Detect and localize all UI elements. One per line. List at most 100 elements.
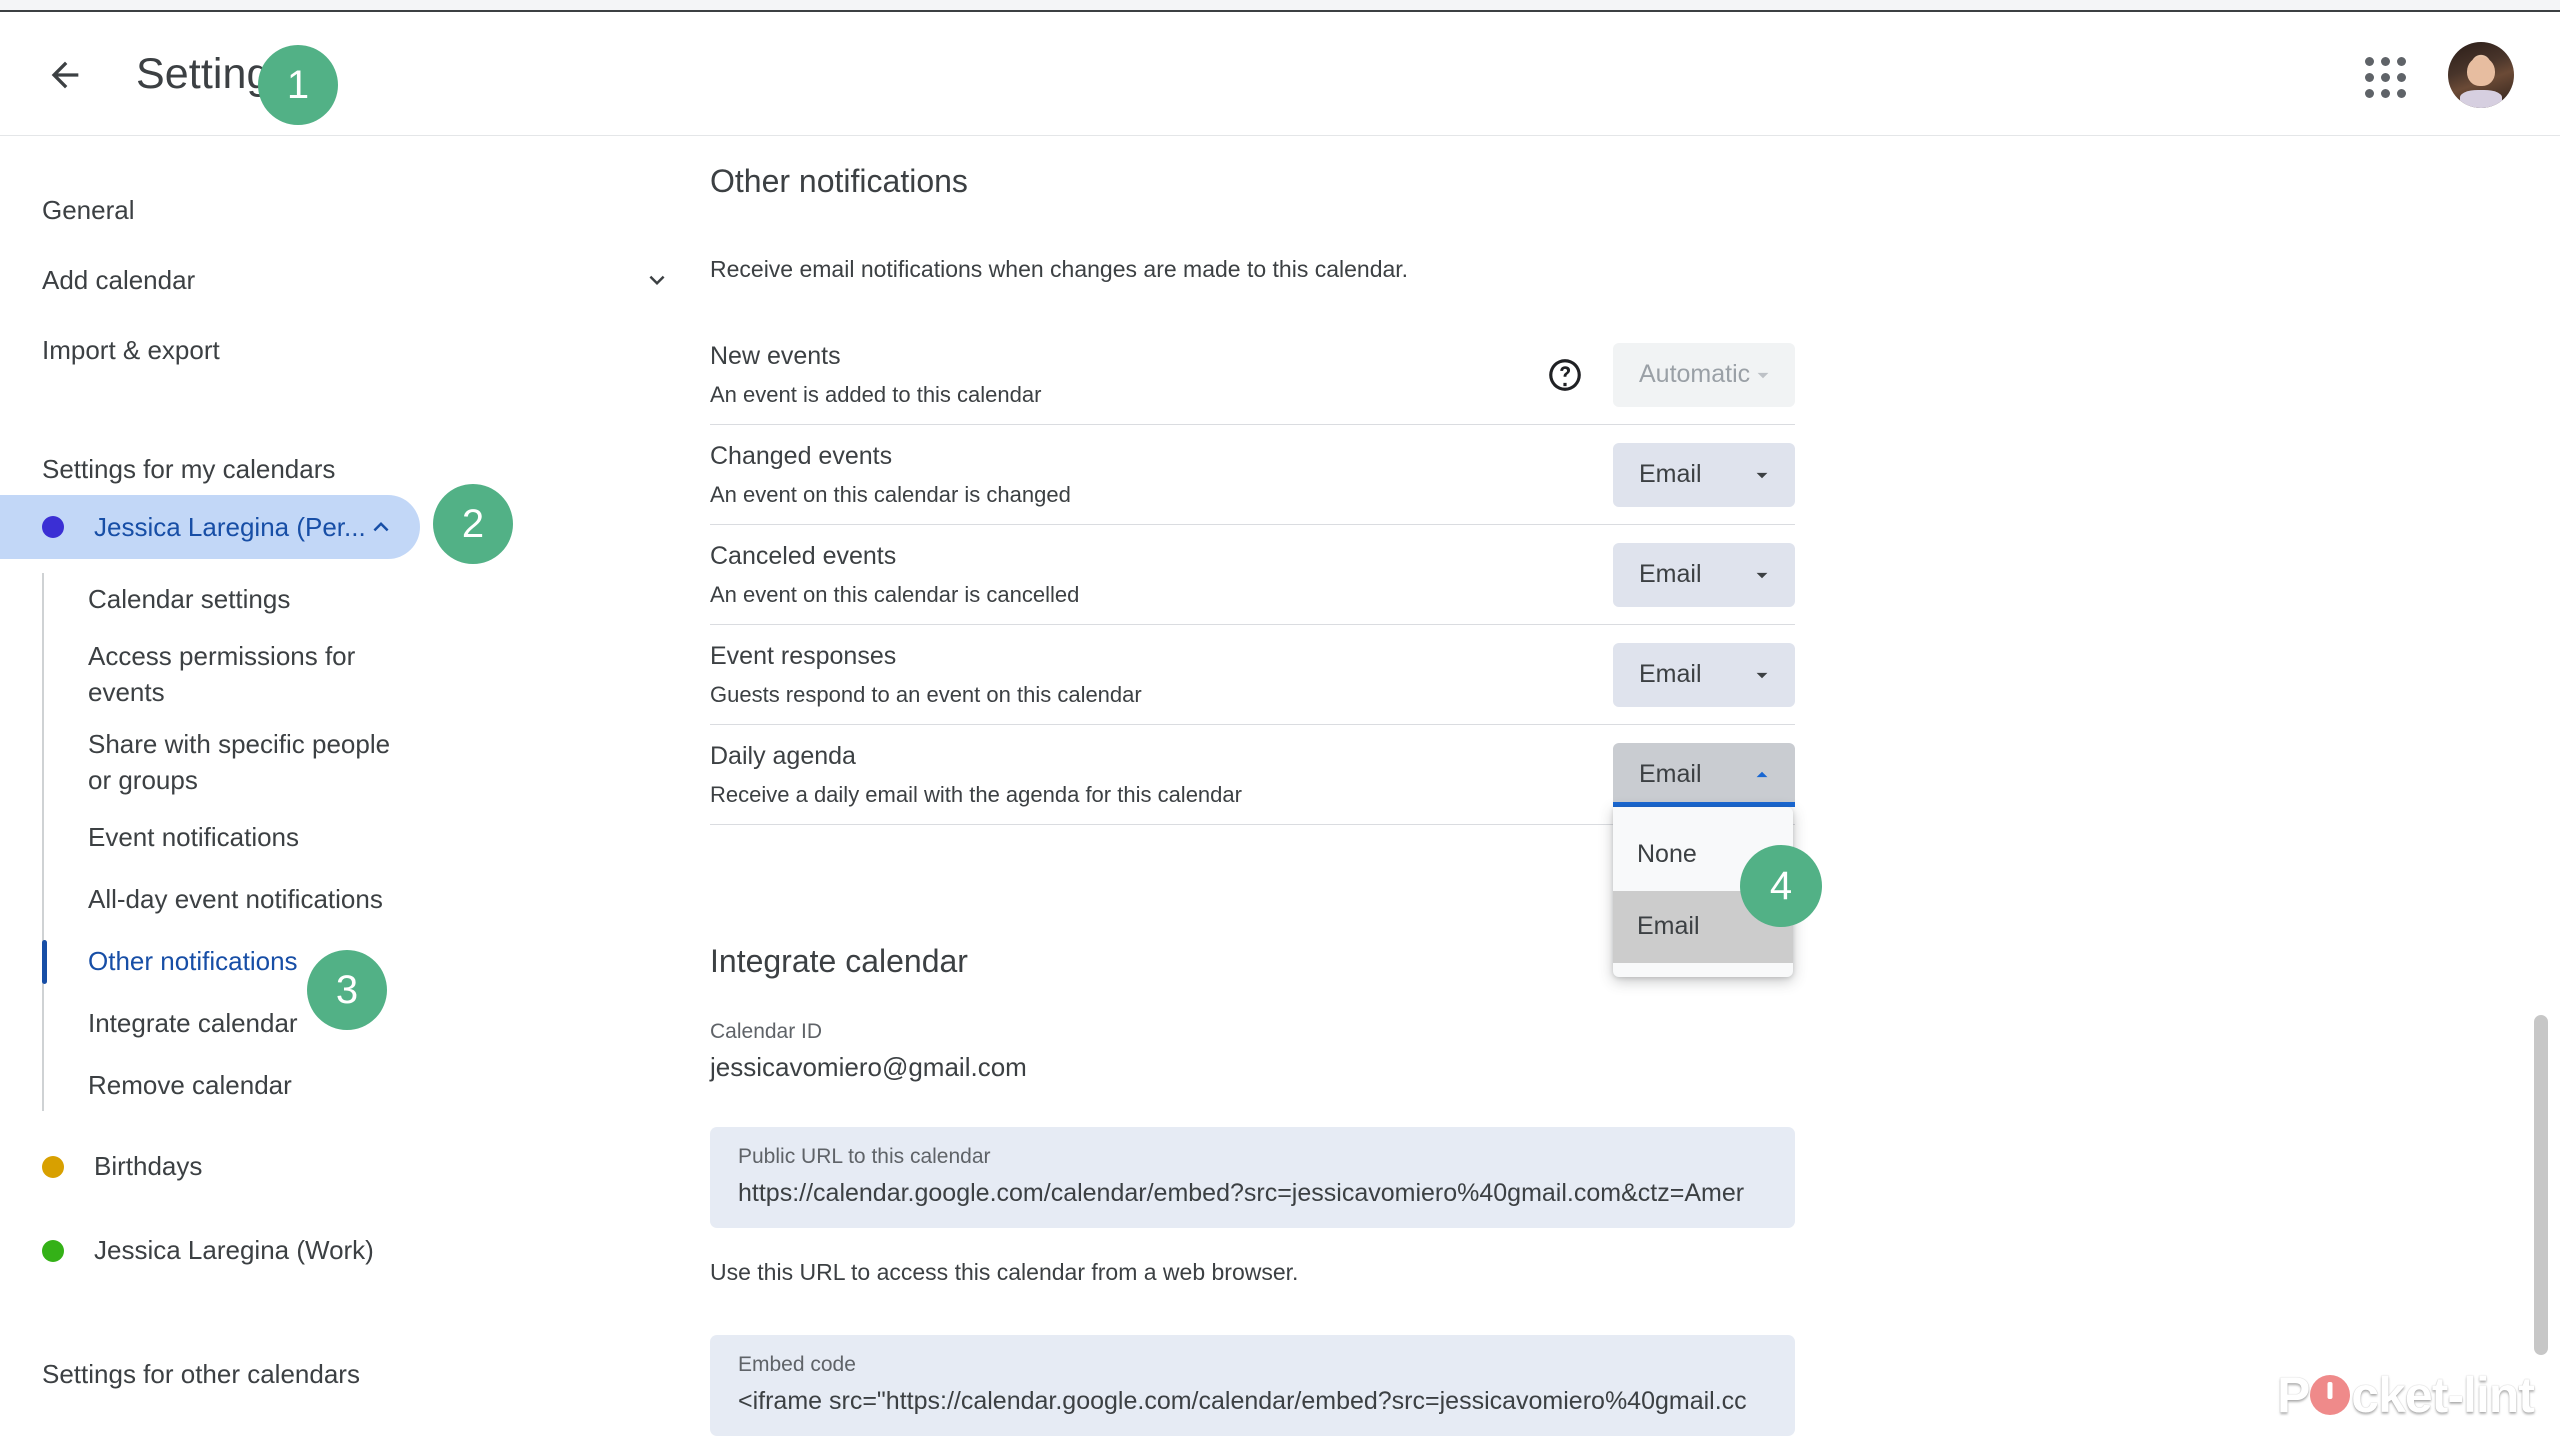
notification-row-changed-events: Changed events An event on this calendar… [710, 425, 1795, 525]
pocket-lint-watermark: P cket-lint [2276, 1366, 2535, 1424]
select-value: Email [1639, 660, 1702, 688]
notification-row-daily-agenda: Daily agenda Receive a daily email with … [710, 725, 1795, 977]
notification-text-block: New events An event is added to this cal… [710, 340, 1545, 409]
apps-grid-icon[interactable] [2352, 44, 2414, 106]
chevron-down-icon [1749, 462, 1775, 488]
notification-row-canceled-events: Canceled events An event on this calenda… [710, 525, 1795, 625]
sidebar-item-label: All-day event notifications [88, 883, 383, 914]
sidebar-item-jessica-work[interactable]: Jessica Laregina (Work) [0, 1219, 700, 1283]
settings-sidebar: General Add calendar Import & export Set… [0, 137, 700, 1440]
app-header: Settings [0, 14, 2560, 136]
app-root: Settings General Add calendar Import & e… [0, 0, 2560, 1440]
sidebar-item-label: Other notifications [88, 945, 298, 976]
other-notifications-panel: Other notifications Receive email notifi… [700, 163, 2560, 1440]
select-changed-events[interactable]: Email [1613, 442, 1795, 507]
notification-title: Changed events [710, 441, 893, 470]
chevron-down-icon [1749, 662, 1775, 688]
embed-code-label: Embed code [738, 1352, 856, 1376]
sidebar-item-label: Birthdays [94, 1151, 203, 1181]
public-url-help-text: Use this URL to access this calendar fro… [710, 1259, 1299, 1285]
sidebar-item-label: Import & export [42, 334, 220, 365]
notification-title: Canceled events [710, 541, 897, 570]
notification-settings-list: New events An event is added to this cal… [710, 325, 1795, 977]
notification-text-block: Changed events An event on this calendar… [710, 440, 1613, 509]
watermark-prefix: P [2276, 1367, 2310, 1423]
notification-title: Daily agenda [710, 741, 856, 770]
chevron-down-icon [1750, 362, 1776, 388]
sidebar-item-share-with-people[interactable]: Share with specific people or groups [88, 719, 700, 807]
watermark-suffix: cket-lint [2351, 1367, 2535, 1423]
notification-subtitle: An event on this calendar is changed [710, 481, 1071, 507]
calendar-subnav: Calendar settings Access permissions for… [0, 569, 700, 1117]
avatar[interactable] [2448, 41, 2514, 108]
calendar-color-dot [42, 1155, 64, 1178]
sidebar-item-label: Share with specific people or groups [88, 728, 391, 795]
sidebar-item-calendar-settings[interactable]: Calendar settings [88, 569, 700, 631]
select-new-events: Automatic [1613, 342, 1795, 407]
sidebar-heading-my-calendars: Settings for my calendars [42, 453, 336, 484]
notification-title: Event responses [710, 641, 897, 670]
sidebar-item-allday-notifications[interactable]: All-day event notifications [88, 869, 700, 931]
chevron-down-icon [642, 265, 672, 295]
sidebar-item-other-notifications[interactable]: Other notifications [88, 931, 700, 993]
sidebar-item-label: Integrate calendar [88, 1007, 298, 1038]
sidebar-item-label: Add calendar [42, 264, 196, 295]
calendar-id-label: Calendar ID [710, 1020, 823, 1043]
sidebar-item-import-export[interactable]: Import & export [0, 315, 700, 385]
sidebar-heading-other-calendars: Settings for other calendars [42, 1359, 360, 1389]
settings-main: Other notifications Receive email notifi… [700, 137, 2560, 1440]
public-url-field[interactable]: Public URL to this calendar https://cale… [710, 1127, 1795, 1228]
sidebar-item-label: Jessica Laregina (Work) [94, 1235, 374, 1265]
notification-row-new-events: New events An event is added to this cal… [710, 325, 1795, 425]
step-badge-2: 2 [433, 484, 513, 564]
notification-subtitle: An event on this calendar is cancelled [710, 581, 1080, 607]
step-badge-3: 3 [307, 950, 387, 1030]
select-value: Email [1639, 560, 1702, 588]
section-description: Receive email notifications when changes… [710, 256, 1409, 282]
public-url-label: Public URL to this calendar [738, 1145, 991, 1168]
dropdown-option-label: Email [1637, 912, 1700, 940]
help-circle-icon[interactable] [1545, 355, 1585, 395]
notification-title: New events [710, 341, 841, 370]
sidebar-item-birthdays[interactable]: Birthdays [0, 1135, 700, 1199]
sidebar-item-event-notifications[interactable]: Event notifications [88, 807, 700, 869]
chevron-up-icon[interactable] [366, 512, 396, 542]
sidebar-item-add-calendar[interactable]: Add calendar [0, 245, 700, 315]
select-value: Email [1639, 460, 1702, 488]
section-title-other-notifications: Other notifications [710, 163, 968, 199]
sidebar-item-label: Event notifications [88, 821, 300, 852]
dropdown-option-label: None [1637, 840, 1697, 868]
back-arrow-icon[interactable] [36, 46, 94, 104]
chevron-down-icon [1749, 562, 1775, 588]
select-value: Automatic [1639, 360, 1751, 388]
sidebar-item-label: General [42, 194, 135, 225]
select-value: Email [1639, 760, 1702, 788]
sidebar-item-label: Remove calendar [88, 1069, 292, 1100]
sidebar-item-general[interactable]: General [0, 175, 700, 245]
sidebar-item-label: Calendar settings [88, 584, 291, 615]
power-icon [2310, 1375, 2351, 1415]
step-badge-4: 4 [1740, 845, 1822, 927]
notification-subtitle: An event is added to this calendar [710, 381, 1042, 407]
notification-text-block: Daily agenda Receive a daily email with … [710, 740, 1613, 809]
notification-subtitle: Receive a daily email with the agenda fo… [710, 781, 1242, 807]
calendar-color-dot [42, 1239, 64, 1262]
embed-code-field[interactable]: Embed code <iframe src="https://calendar… [710, 1334, 1795, 1436]
browser-chrome-strip [0, 0, 2560, 12]
embed-code-value: <iframe src="https://calendar.google.com… [738, 1386, 1747, 1415]
sidebar-item-label: Jessica Laregina (Per... [94, 511, 366, 542]
notification-row-event-responses: Event responses Guests respond to an eve… [710, 625, 1795, 725]
notification-subtitle: Guests respond to an event on this calen… [710, 681, 1142, 707]
sidebar-item-label: Access permissions for events [88, 641, 356, 707]
calendar-color-dot [42, 516, 64, 538]
select-daily-agenda[interactable]: Email None Email [1613, 742, 1795, 977]
vertical-scrollbar-thumb[interactable] [2534, 1015, 2548, 1355]
sidebar-item-remove-calendar[interactable]: Remove calendar [88, 1055, 700, 1117]
notification-text-block: Canceled events An event on this calenda… [710, 540, 1613, 609]
select-canceled-events[interactable]: Email [1613, 542, 1795, 607]
header-actions [2352, 41, 2514, 108]
sidebar-item-integrate-calendar[interactable]: Integrate calendar [88, 993, 700, 1055]
sidebar-item-access-permissions[interactable]: Access permissions for events [88, 631, 700, 719]
select-event-responses[interactable]: Email [1613, 642, 1795, 707]
sidebar-item-jessica-personal[interactable]: Jessica Laregina (Per... [0, 495, 420, 559]
